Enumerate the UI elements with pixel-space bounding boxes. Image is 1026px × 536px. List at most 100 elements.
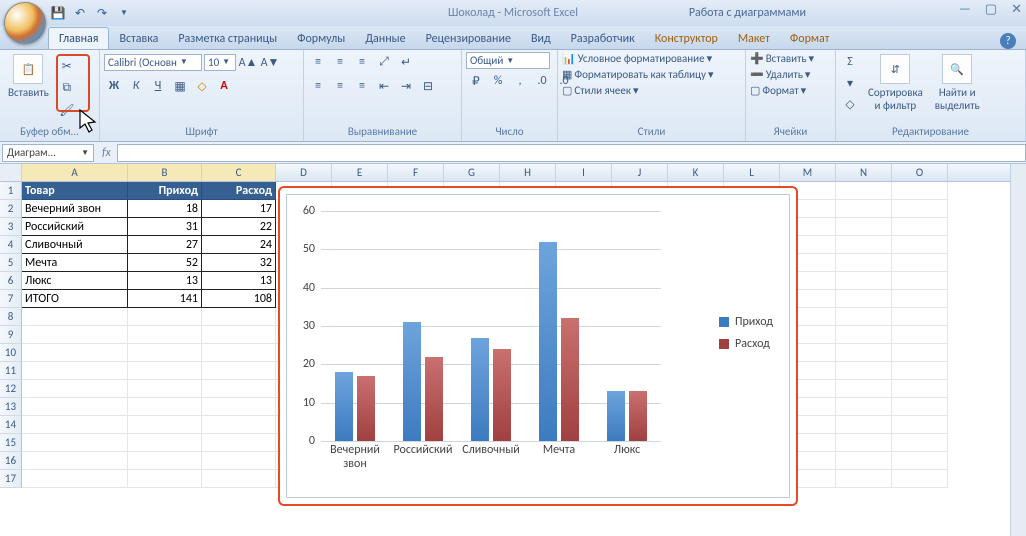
- cell[interactable]: [836, 344, 892, 362]
- cell[interactable]: [128, 344, 202, 362]
- cell[interactable]: [202, 434, 276, 452]
- cell[interactable]: [836, 326, 892, 344]
- tab-home[interactable]: Главная: [48, 27, 109, 49]
- align-bottom-icon[interactable]: ≡: [352, 52, 372, 72]
- cell[interactable]: [836, 290, 892, 308]
- cell[interactable]: [836, 236, 892, 254]
- bar[interactable]: [403, 322, 421, 441]
- tab-view[interactable]: Вид: [521, 28, 561, 49]
- decrease-font-icon[interactable]: A▼: [260, 52, 280, 72]
- row-header[interactable]: 4: [0, 236, 22, 254]
- cell[interactable]: [128, 362, 202, 380]
- worksheet-grid[interactable]: A B C D E F G H I J K L M N O 1ТоварПрих…: [0, 164, 1026, 532]
- row-header[interactable]: 13: [0, 398, 22, 416]
- bar[interactable]: [493, 349, 511, 441]
- cell[interactable]: Приход: [128, 182, 202, 200]
- cell[interactable]: 32: [202, 254, 276, 272]
- tab-formulas[interactable]: Формулы: [287, 28, 355, 49]
- bar[interactable]: [539, 242, 557, 441]
- cell[interactable]: Люкс: [22, 272, 128, 290]
- font-color-button[interactable]: A: [214, 76, 234, 96]
- undo-icon[interactable]: ↶: [72, 5, 88, 21]
- cell[interactable]: 17: [202, 200, 276, 218]
- row-header[interactable]: 7: [0, 290, 22, 308]
- cond-format-button[interactable]: 📊 Условное форматирование ▾: [562, 52, 712, 65]
- cell[interactable]: [22, 434, 128, 452]
- col-header[interactable]: B: [128, 164, 202, 181]
- tab-insert[interactable]: Вставка: [109, 28, 168, 49]
- tab-design[interactable]: Конструктор: [645, 28, 728, 49]
- col-header[interactable]: I: [556, 164, 612, 181]
- cell[interactable]: [128, 452, 202, 470]
- col-header[interactable]: C: [202, 164, 276, 181]
- increase-font-icon[interactable]: A▲: [238, 52, 258, 72]
- row-header[interactable]: 12: [0, 380, 22, 398]
- cell[interactable]: 27: [128, 236, 202, 254]
- bar[interactable]: [425, 357, 443, 441]
- close-icon[interactable]: ✕: [1011, 2, 1022, 17]
- cell[interactable]: [836, 182, 892, 200]
- name-box[interactable]: Диаграм...▼: [2, 144, 94, 162]
- cell[interactable]: 52: [128, 254, 202, 272]
- cell[interactable]: [128, 326, 202, 344]
- row-header[interactable]: 1: [0, 182, 22, 200]
- col-header[interactable]: D: [276, 164, 332, 181]
- increase-indent-icon[interactable]: ⇥: [396, 76, 416, 96]
- cell[interactable]: [128, 308, 202, 326]
- comma-icon[interactable]: ,: [510, 71, 530, 91]
- row-header[interactable]: 6: [0, 272, 22, 290]
- cell[interactable]: [128, 470, 202, 488]
- cell[interactable]: Вечерний звон: [22, 200, 128, 218]
- fill-icon[interactable]: ▾: [840, 73, 860, 93]
- row-header[interactable]: 17: [0, 470, 22, 488]
- bar[interactable]: [629, 391, 647, 441]
- col-header[interactable]: M: [780, 164, 836, 181]
- help-icon[interactable]: ?: [1000, 33, 1016, 49]
- underline-button[interactable]: Ч: [148, 76, 168, 96]
- cell[interactable]: [892, 182, 948, 200]
- cell[interactable]: [128, 380, 202, 398]
- cell[interactable]: [836, 362, 892, 380]
- cell[interactable]: [22, 470, 128, 488]
- col-header[interactable]: K: [668, 164, 724, 181]
- align-right-icon[interactable]: ≡: [352, 76, 372, 96]
- cell[interactable]: [836, 416, 892, 434]
- col-header[interactable]: E: [332, 164, 388, 181]
- row-header[interactable]: 14: [0, 416, 22, 434]
- cell[interactable]: 141: [128, 290, 202, 308]
- cell[interactable]: Расход: [202, 182, 276, 200]
- cell[interactable]: [836, 470, 892, 488]
- cell[interactable]: [22, 416, 128, 434]
- cell[interactable]: [892, 200, 948, 218]
- chart-object[interactable]: 0102030405060 Приход Расход Вечерний зво…: [286, 194, 790, 498]
- col-header[interactable]: A: [22, 164, 128, 181]
- cell[interactable]: [22, 398, 128, 416]
- cell[interactable]: [836, 452, 892, 470]
- border-button[interactable]: ▦: [170, 76, 190, 96]
- align-middle-icon[interactable]: ≡: [330, 52, 350, 72]
- align-left-icon[interactable]: ≡: [308, 76, 328, 96]
- col-header[interactable]: F: [388, 164, 444, 181]
- find-select-button[interactable]: 🔍 Найти и выделить: [931, 52, 984, 114]
- tab-data[interactable]: Данные: [355, 28, 415, 49]
- cell[interactable]: [128, 398, 202, 416]
- cell[interactable]: [22, 344, 128, 362]
- cell[interactable]: [836, 380, 892, 398]
- cell[interactable]: [892, 344, 948, 362]
- cell[interactable]: [22, 452, 128, 470]
- office-button[interactable]: [4, 2, 46, 44]
- row-header[interactable]: 2: [0, 200, 22, 218]
- restore-icon[interactable]: ▢: [985, 2, 997, 17]
- cell[interactable]: Мечта: [22, 254, 128, 272]
- redo-icon[interactable]: ↷: [94, 5, 110, 21]
- col-header[interactable]: O: [892, 164, 948, 181]
- font-name-combo[interactable]: Calibri (Основн▼: [104, 54, 202, 71]
- cell[interactable]: [892, 470, 948, 488]
- paste-button[interactable]: 📋 Вставить: [4, 52, 53, 101]
- sort-filter-button[interactable]: ⇵ Сортировка и фильтр: [864, 52, 927, 114]
- cell[interactable]: [892, 434, 948, 452]
- row-header[interactable]: 15: [0, 434, 22, 452]
- bar[interactable]: [471, 338, 489, 442]
- cell[interactable]: [836, 254, 892, 272]
- tab-review[interactable]: Рецензирование: [416, 28, 521, 49]
